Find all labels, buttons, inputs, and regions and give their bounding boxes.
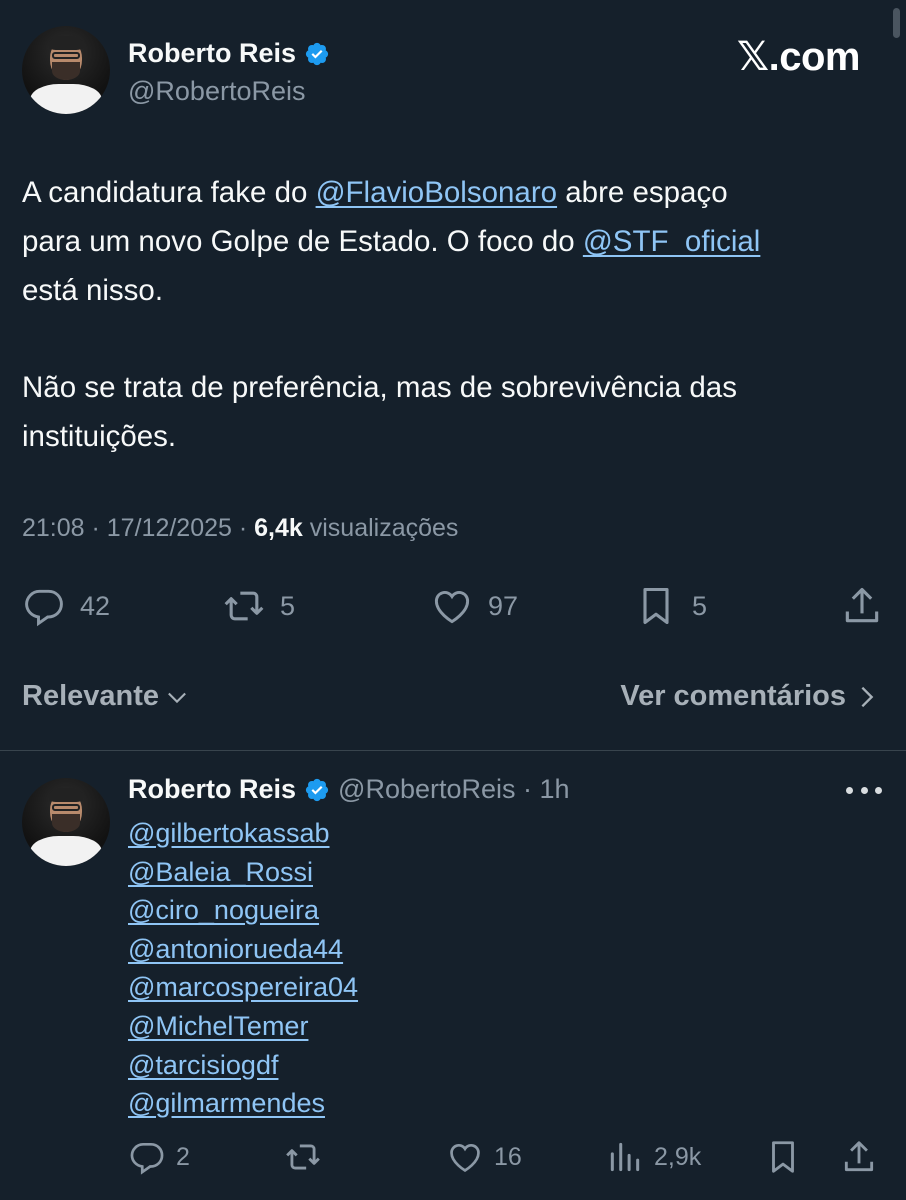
reply-icon	[25, 589, 63, 627]
bookmark-icon	[772, 1141, 794, 1173]
divider	[0, 750, 906, 751]
post-actions: 42 5 97 5	[22, 584, 884, 634]
mention-link[interactable]: @FlavioBolsonaro	[316, 176, 557, 209]
views-label: visualizações	[309, 514, 459, 542]
reply-mentions: @gilbertokassab @Baleia_Rossi @ciro_nogu…	[128, 814, 358, 1123]
reply-author-name[interactable]: Roberto Reis	[128, 774, 296, 805]
view-comments-link[interactable]: Ver comentários	[620, 680, 878, 713]
post-text: A candidatura fake do @FlavioBolsonaro a…	[22, 176, 761, 453]
like-button[interactable]: 97	[430, 584, 518, 628]
share-button[interactable]	[840, 584, 884, 628]
bookmark-icon	[643, 587, 669, 625]
sort-dropdown[interactable]: Relevante	[22, 680, 191, 713]
reply-handle-time[interactable]: @RobertoReis · 1h	[338, 774, 570, 805]
scrollbar[interactable]	[893, 8, 900, 38]
mention-link[interactable]: @Baleia_Rossi	[128, 853, 358, 892]
post-time[interactable]: 21:08	[22, 514, 85, 542]
views-count: 6,4k	[254, 514, 303, 542]
post-header: Roberto Reis @RobertoReis 𝕏.com	[22, 26, 884, 126]
mention-link[interactable]: @antoniorueda44	[128, 930, 358, 969]
verified-badge-icon	[305, 778, 329, 801]
mention-link[interactable]: @STF_oficial	[583, 225, 761, 258]
repost-icon	[286, 1144, 320, 1170]
bookmark-button[interactable]: 5	[634, 584, 707, 628]
reply-repost-button[interactable]	[284, 1138, 322, 1176]
post-meta: 21:08 · 17/12/2025 · 6,4k visualizações	[22, 514, 459, 542]
mention-link[interactable]: @MichelTemer	[128, 1007, 358, 1046]
repost-button[interactable]: 5	[222, 584, 295, 628]
share-icon	[844, 1141, 874, 1172]
author-name[interactable]: Roberto Reis	[128, 38, 296, 69]
sort-bar: Relevante Ver comentários	[22, 676, 884, 720]
reply-reply-button[interactable]: 2	[128, 1138, 190, 1176]
heart-icon	[434, 591, 470, 624]
mention-link[interactable]: @marcospereira04	[128, 968, 358, 1007]
analytics-icon	[610, 1142, 640, 1172]
reply-icon	[130, 1142, 164, 1175]
reply-views-button[interactable]: 2,9k	[606, 1138, 701, 1176]
avatar[interactable]	[22, 26, 110, 114]
author-handle[interactable]: @RobertoReis	[128, 76, 305, 107]
reply-header: Roberto Reis @RobertoReis · 1h	[128, 774, 570, 805]
reply-bookmark-button[interactable]	[764, 1138, 802, 1176]
reply-button[interactable]: 42	[22, 584, 110, 628]
reply-avatar[interactable]	[22, 778, 110, 866]
chevron-down-icon	[168, 692, 186, 703]
reply-actions: 2 16 2,9k	[128, 1138, 884, 1182]
repost-icon	[224, 591, 264, 621]
share-icon	[845, 587, 879, 623]
mention-link[interactable]: @gilbertokassab	[128, 814, 358, 853]
mention-link[interactable]: @tarcisiogdf	[128, 1046, 358, 1085]
reply-like-button[interactable]: 16	[446, 1138, 522, 1176]
x-logo: 𝕏.com	[736, 34, 861, 80]
heart-icon	[450, 1144, 480, 1173]
verified-badge-icon	[305, 42, 329, 65]
mention-link[interactable]: @gilmarmendes	[128, 1084, 358, 1123]
reply-share-button[interactable]	[840, 1138, 878, 1176]
post-date[interactable]: 17/12/2025	[107, 514, 232, 542]
chevron-right-icon	[861, 686, 874, 707]
mention-link[interactable]: @ciro_nogueira	[128, 891, 358, 930]
more-options-icon[interactable]	[846, 778, 882, 802]
